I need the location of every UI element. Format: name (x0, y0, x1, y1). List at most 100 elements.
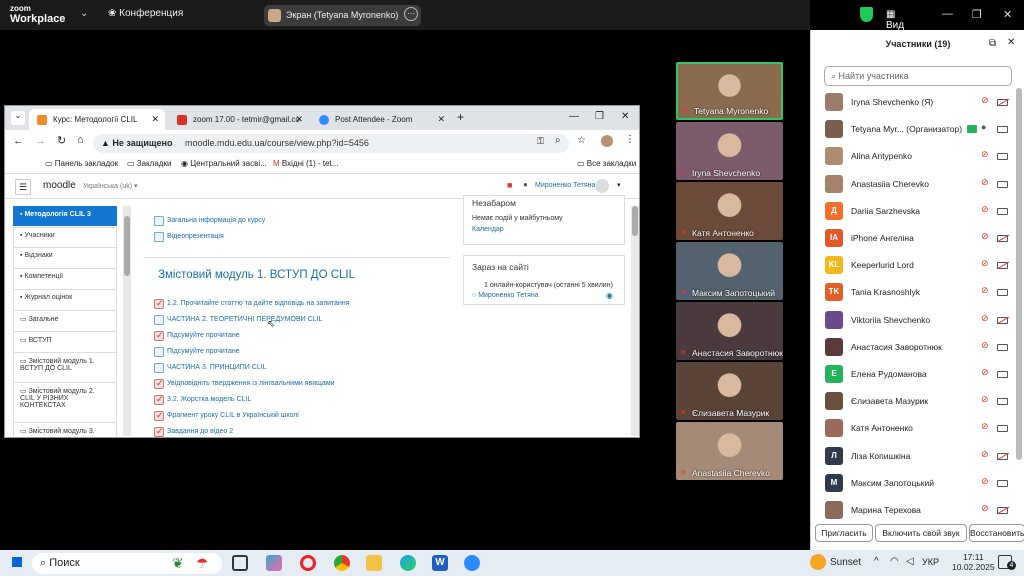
nav-scrollbar[interactable] (123, 206, 131, 436)
video-presentation-link[interactable]: Відеопрезентація (154, 232, 224, 242)
mic-off-icon[interactable]: ⊘ (981, 367, 989, 378)
camera-off-icon[interactable] (997, 507, 1008, 514)
activity-item[interactable]: Підсумуйте прочитане (154, 330, 240, 341)
mic-off-icon[interactable]: ⊘ (981, 449, 989, 460)
tab-course[interactable]: Курс: Методології CLIL ✕ (29, 109, 165, 130)
edge-icon[interactable] (400, 555, 416, 571)
notification-icon[interactable]: 4 (998, 555, 1016, 570)
nav-competencies[interactable]: ▪ Компетенції (13, 269, 117, 290)
video-tile[interactable]: ✕ Єлизавета Мазурик (676, 362, 783, 420)
activity-item[interactable]: Фрагмент уроку CLIL в Українській школі (154, 410, 299, 421)
participants-scrollbar[interactable] (1016, 88, 1022, 460)
maximize-icon[interactable]: ❐ (972, 8, 982, 21)
page-scrollbar[interactable] (631, 206, 639, 436)
invite-button[interactable]: Пригласить (815, 524, 873, 542)
mic-off-icon[interactable]: ⊘ (981, 231, 989, 242)
participant-row[interactable]: TK Tania Krasnoshlyk ⊘ (811, 280, 1016, 307)
nav-module-1[interactable]: ▭ Змістовий модуль 1. ВСТУП ДО CLIL (13, 353, 117, 383)
video-tile[interactable]: ✕ Максим Запотоцький (676, 242, 783, 300)
camera-off-icon[interactable] (997, 235, 1008, 242)
scroll-thumb[interactable] (632, 206, 638, 236)
participant-row[interactable]: IA iPhone Ангеліна ⊘ (811, 226, 1016, 253)
tab-zoom[interactable]: Post Attendee - Zoom ✕ (311, 109, 451, 130)
nav-module-2[interactable]: ▭ Змістовий модуль 2. CLIL У РІЗНИХ КОНТ… (13, 383, 117, 423)
language-menu[interactable]: Українська (uk) ▾ (83, 182, 138, 190)
participant-row[interactable]: Анастасия Заворотнюк ⊘ (811, 335, 1016, 362)
mic-off-icon[interactable]: ⊘ (981, 313, 989, 324)
zoom-icon[interactable]: ⌕ (555, 135, 561, 146)
course-info-link[interactable]: Загальна інформація до курсу (154, 216, 265, 226)
word-icon[interactable]: W (432, 555, 448, 571)
nav-participants[interactable]: ▪ Учасники (13, 227, 117, 248)
camera-icon[interactable] (997, 207, 1008, 215)
maximize-icon[interactable]: ❐ (595, 111, 604, 122)
home-icon[interactable]: ⌂ (77, 134, 84, 146)
taskbar-search[interactable]: ⌕ Поиск ❦ ☂ (32, 553, 222, 574)
mic-off-icon[interactable]: ⊘ (981, 177, 989, 188)
mic-off-icon[interactable]: ⊘ (981, 394, 989, 405)
participant-row[interactable]: Е Елена Рудоманова ⊘ (811, 362, 1016, 389)
bookmark-item[interactable]: ◉ Центральний засві... (181, 159, 267, 168)
address-bar[interactable]: ▲ Не защищено moodle.mdu.edu.ua/course/v… (93, 134, 569, 153)
nav-intro[interactable]: ▭ ВСТУП (13, 332, 117, 353)
activity-item[interactable]: Підсумуйте прочитане (154, 347, 240, 357)
chrome-icon[interactable] (334, 555, 350, 571)
key-icon[interactable]: ⚿ (537, 136, 544, 147)
video-tile[interactable]: ✕ Iryna Shevchenko (676, 122, 783, 180)
weather-label[interactable]: Sunset (830, 557, 861, 568)
camera-icon[interactable] (997, 126, 1008, 134)
moodle-brand[interactable]: moodle (43, 180, 76, 191)
mic-off-icon[interactable]: ⊘ (981, 204, 989, 215)
shield-icon[interactable] (860, 7, 873, 22)
task-view-icon[interactable] (232, 555, 248, 571)
camera-icon[interactable] (997, 479, 1008, 487)
tab-search-icon[interactable]: ⌄ (11, 111, 25, 125)
video-tile[interactable]: ✕ Tetyana Myronenko (676, 62, 783, 120)
video-tile[interactable]: ✕ Анастасия Заворотнюк (676, 302, 783, 360)
camera-icon[interactable] (997, 153, 1008, 161)
camera-icon[interactable] (997, 371, 1008, 378)
participant-row[interactable]: Anastasiia Cherevko ⊘ (811, 172, 1016, 199)
minimize-icon[interactable]: — (569, 111, 579, 122)
video-tile[interactable]: ✕ Anastasiia Cherevko (676, 422, 783, 480)
tab-gmail[interactable]: zoom 17.00 - tetmir@gmail.co ✕ (169, 109, 309, 130)
notification-icon[interactable]: ■ (507, 180, 512, 190)
speaker-icon[interactable]: ◁ (906, 556, 914, 567)
new-tab-icon[interactable]: + (457, 110, 464, 124)
mic-off-icon[interactable]: ⊘ (981, 149, 989, 160)
star-icon[interactable]: ☆ (577, 135, 586, 146)
eye-icon[interactable]: ◉ (606, 291, 613, 300)
nav-general[interactable]: ▭ Загальне (13, 311, 117, 332)
language-indicator[interactable]: УКР (922, 557, 939, 567)
participant-row[interactable]: Iryna Shevchenko (Я) ⊘ (811, 90, 1016, 117)
security-label[interactable]: ▲ Не защищено (101, 138, 172, 148)
video-tile[interactable]: ✕ Катя Антоненко (676, 182, 783, 240)
popout-icon[interactable]: ⧉ (989, 38, 996, 49)
nav-badges[interactable]: ▪ Відзнаки (13, 248, 117, 269)
tab-close-icon[interactable]: ✕ (151, 109, 159, 130)
mic-off-icon[interactable]: ⊘ (981, 503, 989, 514)
tab-close-icon[interactable]: ✕ (437, 109, 445, 130)
menu-icon[interactable]: ⋮ (625, 134, 635, 145)
calendar-link[interactable]: Календар (472, 226, 504, 233)
view-menu[interactable]: ▦ Вид (886, 9, 904, 31)
camera-icon[interactable] (997, 289, 1008, 297)
participant-row[interactable]: Tetyana Myr... (Организатор) ● (811, 117, 1016, 144)
camera-icon[interactable] (997, 343, 1008, 351)
participant-row[interactable]: Марина Терехова ⊘ (811, 498, 1016, 525)
camera-off-icon[interactable] (997, 262, 1008, 270)
participant-row[interactable]: Катя Антоненко ⊘ (811, 416, 1016, 443)
nav-course[interactable]: ▪ Методологія CLIL 3 (13, 206, 117, 226)
wifi-icon[interactable]: ◠ (890, 556, 899, 567)
module-title[interactable]: Змістовий модуль 1. ВСТУП ДО CLIL (158, 269, 355, 281)
activity-item[interactable]: Увідповідніть твердження із лінгвальними… (154, 378, 335, 389)
conference-menu[interactable]: ❀ Конференция (108, 8, 183, 19)
activity-item[interactable]: ЧАСТИНА 2. ТЕОРЕТИЧНІ ПЕРЕДУМОВИ CLIL (154, 315, 322, 325)
scroll-thumb[interactable] (124, 216, 130, 276)
participant-row[interactable]: Єлизавета Мазурик ⊘ (811, 389, 1016, 416)
profile-avatar[interactable] (601, 135, 613, 147)
camera-icon[interactable] (997, 425, 1008, 433)
mic-icon[interactable]: ● (981, 122, 986, 132)
windows-start-icon[interactable] (10, 555, 24, 569)
minimize-icon[interactable]: — (942, 8, 953, 20)
